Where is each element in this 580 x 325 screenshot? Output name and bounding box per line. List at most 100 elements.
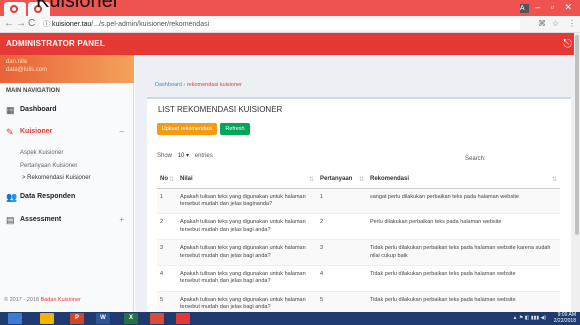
cell-rekomendasi: sangat perlu dilakukan perbaikan teks pa… [367,187,560,214]
upload-button[interactable]: Upload rekomendasi [157,123,217,135]
rekomendasi-box: LIST REKOMENDASI KUISIONER Upload rekome… [147,97,571,312]
show-entries: Show 10 ▾ entries [157,152,213,159]
column-header-pertanyaan[interactable]: Pertanyaan ⇅ [317,171,367,189]
star-icon[interactable]: ☆ [552,19,559,28]
main-content: Dashboard › rekomendasi kuisioner LIST R… [135,55,580,312]
search-input[interactable] [487,152,547,160]
excel-icon[interactable]: X [124,313,138,324]
sort-icon: ⇅ [308,176,314,183]
breadcrumb-current: rekomendasi kuisioner [186,82,242,88]
header-label: No [160,175,168,182]
cell-nilai: Apakah tulisan teks yang digunakan untuk… [177,290,317,312]
copyright-link[interactable]: Badan Kuisioner [40,297,80,303]
header-label: Nilai [180,175,193,182]
column-header-no[interactable]: No ⇅ [157,171,177,189]
refresh-button[interactable]: Refresh [220,123,250,135]
breadcrumb-home[interactable]: Dashboard [155,82,182,88]
collapse-icon[interactable]: – [120,127,124,136]
search-label: Search: [465,156,486,162]
column-header-nilai[interactable]: Nilai ⇅ [177,171,317,189]
table-row: 4 Apakah tulisan teks yang digunakan unt… [157,265,560,292]
powerpoint-icon[interactable]: P [70,313,84,324]
minimize-icon[interactable]: – [535,2,544,12]
user-name: dan.nila [6,59,28,65]
cell-pertanyaan: 2 [317,213,367,240]
sidebar-item-label: Data Responden [20,193,76,200]
sidebar-subitem-pertanyaan[interactable]: Pertanyaan Kuisioner [20,163,77,169]
footer-copyright: © 2017 - 2018 Badan Kuisioner [4,297,81,303]
maximize-icon[interactable]: ▫ [551,2,558,12]
logout-icon[interactable]: ⎋ [563,38,572,51]
cell-rekomendasi: Tidak perlu dilakukan perbaikan teks pad… [367,290,560,312]
cell-nilai: Apakah tulisan teks yang digunakan untuk… [177,265,317,292]
sidebar-item-label: Dashboard [20,106,57,113]
cell-no: 2 [157,213,177,240]
window-controls: A – ▫ ✕ [519,2,576,13]
rekomendasi-table: No ⇅ Nilai ⇅ Pertanyaan ⇅ Rekomendasi ⇅ 1 Ap… [157,171,560,312]
user-panel: dan.nila data@lulis.com [0,55,134,83]
table-row: 2 Apakah tulisan teks yang digunakan unt… [157,213,560,240]
sidebar-subitem-aspek[interactable]: Aspek Kuisioner [20,150,63,156]
sort-icon: ⇅ [168,176,174,183]
pencil-icon: ✎ [6,127,14,137]
url-path: /.../s.pel-admin/kuisioner/rekomendasi [91,21,210,28]
cell-nilai: Apakah tulisan teks yang digunakan untuk… [177,187,317,214]
header-label: Rekomendasi [370,175,410,182]
address-bar: ← → C ⓘ kuisioner.tau/.../s.pel-admin/ku… [0,16,580,33]
url-host: kuisioner.tau [51,21,92,28]
chevron-down-icon: ▾ [186,153,190,159]
breadcrumb: Dashboard › rekomendasi kuisioner [155,82,242,88]
box-title: LIST REKOMENDASI KUISIONER [158,105,283,114]
forward-icon[interactable]: → [16,18,26,29]
scrollbar-thumb[interactable] [575,35,579,235]
entries-select-value: 10 [177,153,185,159]
page-caption: Kuisioner [36,0,120,12]
os-taskbar: P W X ▲ ⚑ ◧ ▮▮▮ ◀) 9:09 AM 2/22/2018 [0,312,580,325]
table-row: 3 Apakah tulisan teks yang digunakan unt… [157,239,560,266]
table-row: 1 Apakah tulisan teks yang digunakan unt… [157,187,560,214]
close-icon[interactable]: ✕ [564,2,576,12]
cell-no: 5 [157,290,177,312]
entries-label: entries [194,153,213,159]
folder-icon[interactable] [40,313,54,324]
brand-title: ADMINISTRATOR PANEL [6,39,105,48]
dashboard-icon: ▦ [6,105,15,115]
start-icon[interactable] [8,313,22,324]
cell-no: 1 [157,187,177,214]
header-label: Pertanyaan [320,175,353,182]
cell-rekomendasi: Tidak perlu dilakukan perbaikan teks pad… [367,239,560,266]
url-input[interactable]: ⓘ kuisioner.tau/.../s.pel-admin/kuisione… [40,19,520,30]
menu-icon[interactable]: ⋮ [568,19,576,28]
column-header-rekomendasi[interactable]: Rekomendasi ⇅ [367,171,560,189]
browser-tab[interactable] [4,2,26,16]
cell-nilai: Apakah tulisan teks yang digunakan untuk… [177,239,317,266]
info-icon: ⓘ [43,21,52,28]
page-scrollbar[interactable] [574,33,580,312]
cell-pertanyaan: 4 [317,265,367,292]
table-header-row: No ⇅ Nilai ⇅ Pertanyaan ⇅ Rekomendasi ⇅ [157,171,560,189]
reload-icon[interactable]: C [28,18,35,29]
word-icon[interactable]: W [96,313,110,324]
user-email: data@lulis.com [6,67,48,73]
search-area: Search: [465,152,547,162]
app-icon[interactable] [176,313,190,324]
expand-icon[interactable]: + [119,215,124,224]
cell-nilai: Apakah tulisan teks yang digunakan untuk… [177,213,317,240]
table-row: 5 Apakah tulisan teks yang digunakan unt… [157,290,560,312]
cell-rekomendasi: Tidak perlu dilakukan perbaikan teks pad… [367,265,560,292]
tab-favicon-icon [10,5,18,13]
cell-pertanyaan: 5 [317,290,367,312]
sidebar-subitem-rekomendasi[interactable]: > Rekomendasi Kuisioner [22,175,91,181]
entries-select[interactable]: 10 ▾ [178,152,189,159]
taskbar-clock[interactable]: 9:09 AM 2/22/2018 [554,312,576,324]
translate-icon[interactable]: ⌘ [538,19,546,28]
system-tray[interactable]: ▲ ⚑ ◧ ▮▮▮ ◀) [513,315,546,321]
sidebar-item-label: Assessment [20,216,62,223]
chrome-icon[interactable] [150,313,164,324]
show-label: Show [157,153,173,159]
back-icon[interactable]: ← [4,18,14,29]
sidebar-item-label: Kuisioner [20,128,53,135]
profile-icon[interactable]: A [519,4,529,13]
cell-pertanyaan: 1 [317,187,367,214]
sidebar: dan.nila data@lulis.com MAIN NAVIGATION … [0,55,134,312]
